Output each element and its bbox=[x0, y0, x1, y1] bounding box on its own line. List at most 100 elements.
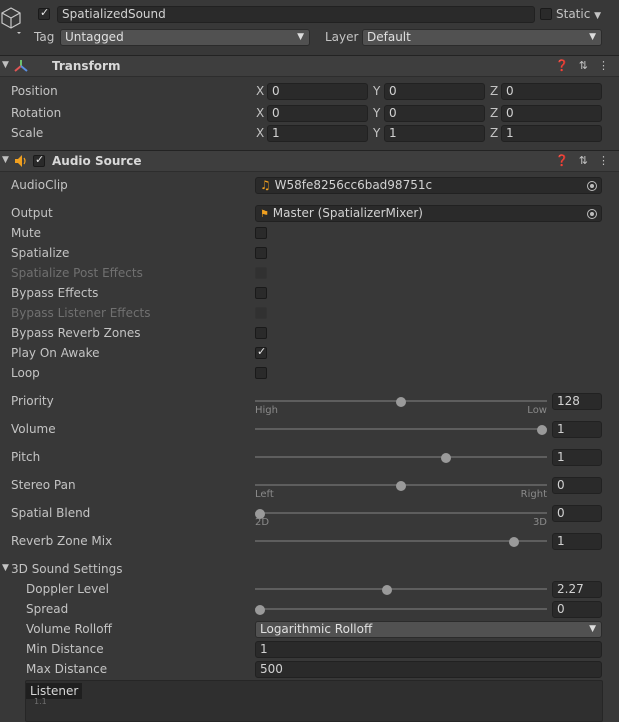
help-icon[interactable]: ❓ bbox=[555, 59, 569, 72]
audio-source-header[interactable]: ▼ Audio Source ❓ ⇅ ⋮ bbox=[0, 150, 619, 172]
spread-slider-knob[interactable] bbox=[255, 605, 265, 615]
priority-slider-knob[interactable] bbox=[396, 397, 406, 407]
preset-sliders-icon[interactable]: ⇅ bbox=[579, 59, 588, 72]
foldout-arrow-icon[interactable]: ▼ bbox=[2, 563, 9, 573]
rotation-z-input[interactable]: 0 bbox=[501, 105, 602, 122]
volume-slider-knob[interactable] bbox=[537, 425, 547, 435]
position-z-input[interactable]: 0 bbox=[501, 83, 602, 100]
priority-label: Priority bbox=[11, 394, 54, 408]
tag-label: Tag bbox=[34, 30, 55, 44]
chevron-down-icon: ▼ bbox=[594, 11, 602, 21]
volume-slider-track[interactable] bbox=[255, 428, 547, 430]
spatialize-checkbox[interactable] bbox=[255, 247, 267, 259]
object-picker-icon[interactable] bbox=[587, 181, 597, 191]
transform-header[interactable]: ▼ Transform ❓ ⇅ ⋮ bbox=[0, 55, 619, 77]
spatial-blend-input[interactable]: 0 bbox=[552, 505, 602, 522]
stereo-pan-label: Stereo Pan bbox=[11, 478, 76, 492]
max-distance-input[interactable]: 500 bbox=[255, 661, 602, 678]
static-checkbox[interactable] bbox=[540, 8, 552, 20]
rotation-z-axis-label: Z bbox=[490, 106, 499, 120]
audio-clip-field[interactable]: ♫ W58fe8256cc6bad98751c bbox=[255, 177, 602, 194]
preset-sliders-icon[interactable]: ⇅ bbox=[579, 154, 588, 167]
foldout-arrow-icon[interactable]: ▼ bbox=[2, 155, 9, 165]
stereo-pan-input[interactable]: 0 bbox=[552, 477, 602, 494]
priority-input[interactable]: 128 bbox=[552, 393, 602, 410]
mixer-group-icon: ⚑ bbox=[260, 209, 269, 220]
scale-z-axis-label: Z bbox=[490, 126, 499, 140]
pitch-slider-track[interactable] bbox=[255, 456, 547, 458]
priority-max-label: Low bbox=[527, 405, 547, 416]
rolloff-graph[interactable]: Listener 1.1 bbox=[25, 680, 603, 722]
spread-slider-track[interactable] bbox=[255, 608, 547, 610]
spread-label: Spread bbox=[26, 602, 69, 616]
chevron-down-icon: ▼ bbox=[589, 624, 596, 634]
chevron-down-icon: ▼ bbox=[589, 32, 596, 42]
loop-checkbox[interactable] bbox=[255, 367, 267, 379]
audio-source-enabled-checkbox[interactable] bbox=[33, 153, 45, 167]
scale-z-input[interactable]: 1 bbox=[501, 125, 602, 142]
spatial-blend-max-label: 3D bbox=[532, 517, 547, 528]
reverb-zone-mix-label: Reverb Zone Mix bbox=[11, 534, 113, 548]
play-on-awake-checkbox[interactable] bbox=[255, 345, 267, 359]
rotation-label: Rotation bbox=[11, 106, 62, 120]
spread-input[interactable]: 0 bbox=[552, 601, 602, 618]
layer-label: Layer bbox=[325, 30, 359, 44]
mute-label: Mute bbox=[11, 226, 42, 240]
gameobject-active-checkbox[interactable] bbox=[38, 6, 50, 20]
position-x-input[interactable]: 0 bbox=[267, 83, 368, 100]
doppler-level-input[interactable]: 2.27 bbox=[552, 581, 602, 598]
stereo-pan-min-label: Left bbox=[255, 489, 274, 500]
max-distance-label: Max Distance bbox=[26, 662, 108, 676]
kebab-menu-icon[interactable]: ⋮ bbox=[598, 59, 609, 72]
bypass-reverb-zones-checkbox[interactable] bbox=[255, 327, 267, 339]
transform-icon bbox=[14, 59, 28, 76]
position-z-axis-label: Z bbox=[490, 84, 499, 98]
sound3d-title[interactable]: 3D Sound Settings bbox=[11, 562, 123, 576]
bypass-effects-checkbox[interactable] bbox=[255, 287, 267, 299]
reverb-zone-mix-slider-track[interactable] bbox=[255, 540, 547, 542]
audio-clip-icon: ♫ bbox=[260, 178, 271, 192]
rotation-x-input[interactable]: 0 bbox=[267, 105, 368, 122]
rotation-y-input[interactable]: 0 bbox=[384, 105, 485, 122]
priority-min-label: High bbox=[255, 405, 278, 416]
pitch-input[interactable]: 1 bbox=[552, 449, 602, 466]
doppler-level-slider-knob[interactable] bbox=[381, 585, 392, 595]
spatial-blend-min-label: 2D bbox=[255, 517, 270, 528]
static-dropdown[interactable]: Static ▼ bbox=[556, 7, 601, 21]
output-value: Master (SpatializerMixer) bbox=[272, 206, 423, 220]
position-y-input[interactable]: 0 bbox=[384, 83, 485, 100]
rotation-y-axis-label: Y bbox=[373, 106, 381, 120]
help-icon[interactable]: ❓ bbox=[555, 154, 569, 167]
doppler-level-slider-track[interactable] bbox=[255, 588, 547, 590]
output-field[interactable]: ⚑ Master (SpatializerMixer) bbox=[255, 205, 602, 222]
chevron-down-icon: ▼ bbox=[297, 32, 304, 42]
play-on-awake-label: Play On Awake bbox=[11, 346, 100, 360]
stereo-pan-slider-knob[interactable] bbox=[396, 481, 406, 491]
scale-x-input[interactable]: 1 bbox=[267, 125, 368, 142]
pitch-slider-knob[interactable] bbox=[441, 453, 452, 463]
kebab-menu-icon[interactable]: ⋮ bbox=[598, 154, 609, 167]
object-name-input[interactable]: SpatializedSound bbox=[57, 6, 535, 23]
volume-rolloff-value: Logarithmic Rolloff bbox=[260, 622, 373, 636]
reverb-zone-mix-input[interactable]: 1 bbox=[552, 533, 602, 550]
reverb-zone-mix-slider-knob[interactable] bbox=[508, 537, 519, 547]
mute-checkbox[interactable] bbox=[255, 227, 267, 239]
volume-input[interactable]: 1 bbox=[552, 421, 602, 438]
scale-y-input[interactable]: 1 bbox=[384, 125, 485, 142]
bypass-reverb-zones-label: Bypass Reverb Zones bbox=[11, 326, 141, 340]
volume-rolloff-dropdown[interactable]: Logarithmic Rolloff ▼ bbox=[255, 621, 602, 638]
spatialize-label: Spatialize bbox=[11, 246, 70, 260]
tag-value: Untagged bbox=[65, 30, 124, 44]
scale-label: Scale bbox=[11, 126, 44, 140]
audio-speaker-icon bbox=[14, 154, 28, 171]
min-distance-input[interactable]: 1 bbox=[255, 641, 602, 658]
object-picker-icon[interactable] bbox=[587, 209, 597, 219]
foldout-arrow-icon[interactable]: ▼ bbox=[2, 60, 9, 70]
static-label: Static bbox=[556, 7, 591, 21]
tag-dropdown[interactable]: Untagged ▼ bbox=[60, 29, 310, 46]
bypass-effects-label: Bypass Effects bbox=[11, 286, 99, 300]
layer-dropdown[interactable]: Default ▼ bbox=[362, 29, 602, 46]
spatial-blend-slider-track[interactable] bbox=[255, 512, 547, 514]
volume-label: Volume bbox=[11, 422, 56, 436]
position-label: Position bbox=[11, 84, 58, 98]
